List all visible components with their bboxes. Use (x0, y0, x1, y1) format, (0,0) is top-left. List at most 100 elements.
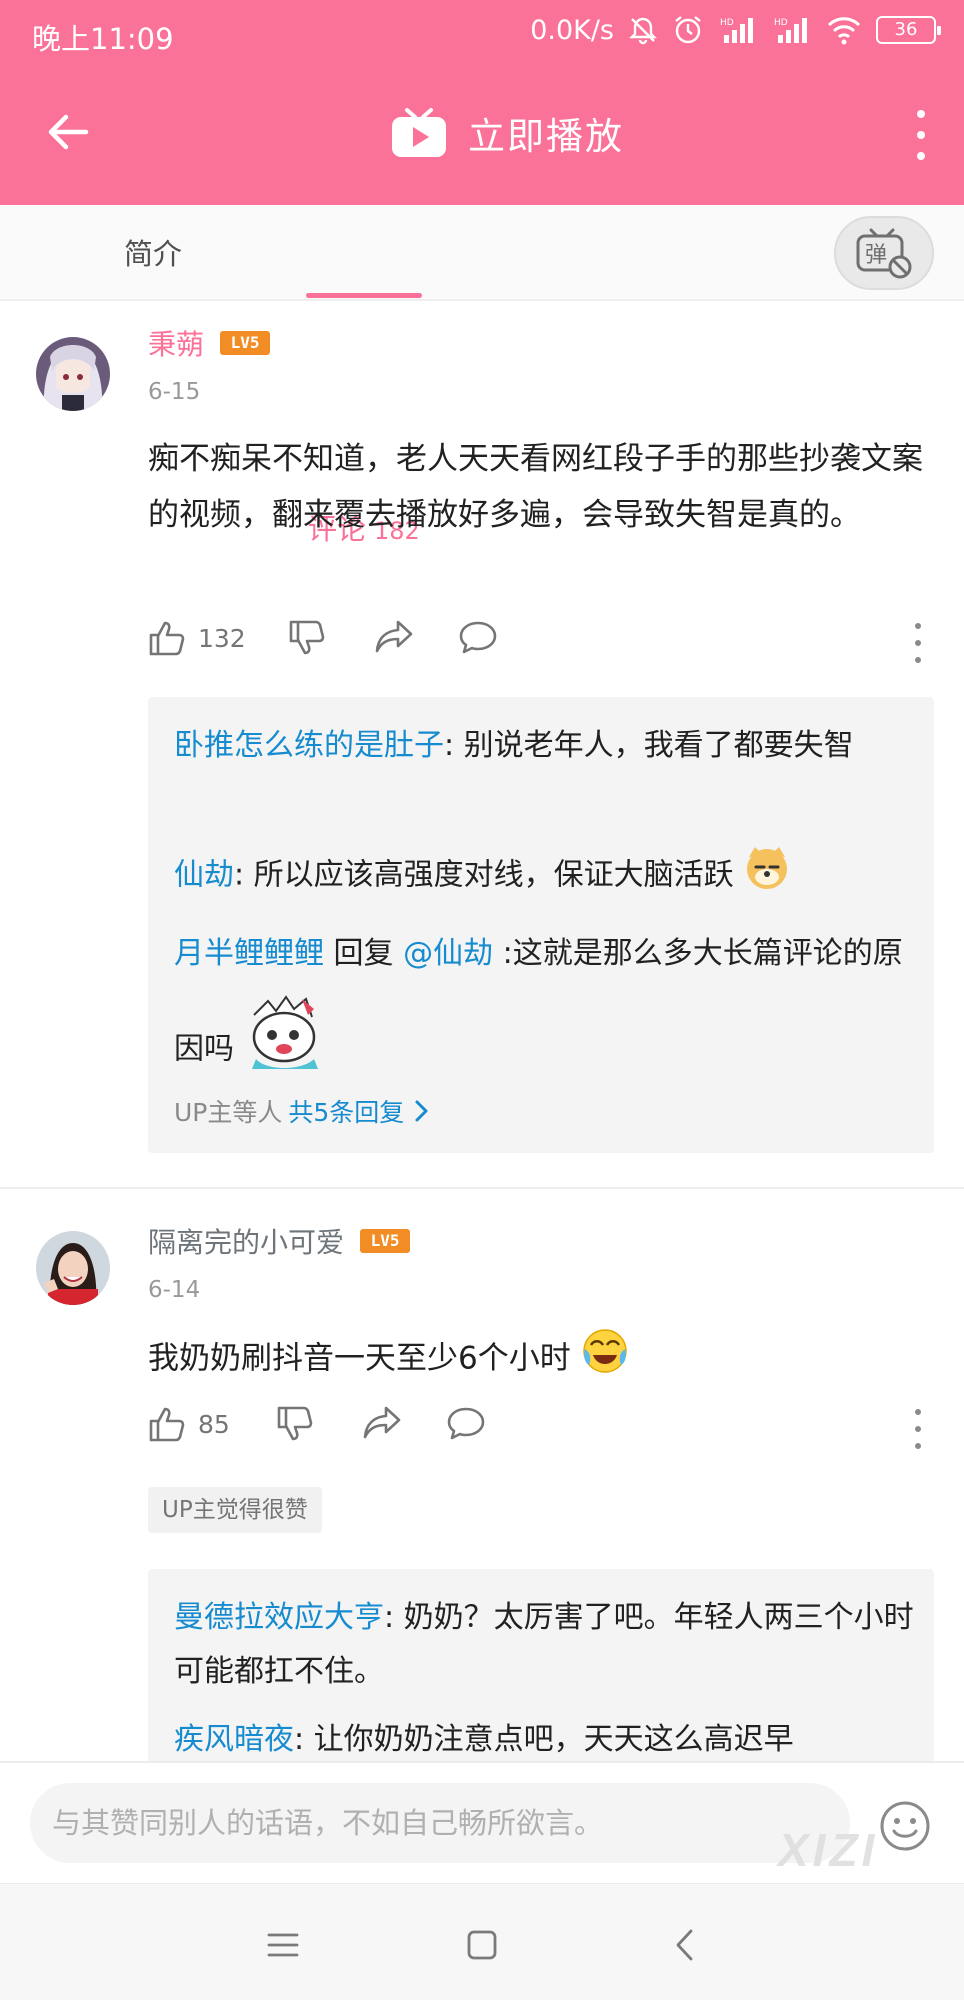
danmaku-toggle-button[interactable]: 弹 (834, 216, 934, 290)
chat-bubble-icon (447, 1407, 485, 1440)
reply-summary-count: 共5条回复 (288, 1098, 405, 1127)
comment-input[interactable]: 与其赞同别人的话语，不如自己畅所欲言。 (30, 1783, 850, 1863)
reply-text: 让你奶奶注意点吧，天天这么高迟早 (313, 1722, 794, 1757)
like-count: 85 (198, 1409, 230, 1439)
danmaku-glyph: 弹 (865, 243, 887, 268)
watermark: XIZI (778, 1824, 879, 1876)
reply-item[interactable]: 仙劫: 所以应该高强度对线，保证大脑活跃 (174, 843, 914, 909)
like-button[interactable]: 85 (148, 1405, 230, 1443)
comment-date: 6-15 (148, 379, 201, 405)
comment-text: 痴不痴呆不知道，老人天天看网红段子手的那些抄袭文案的视频，翻来覆去播放好多遍，会… (148, 441, 923, 533)
svg-text:HD: HD (774, 18, 788, 28)
dislike-button[interactable] (288, 619, 326, 657)
comment-actions: 85 (148, 1405, 928, 1455)
svg-text:HD: HD (720, 18, 734, 28)
chat-bubble-icon (459, 621, 497, 654)
menu-nav-button[interactable] (258, 1920, 308, 1970)
avatar[interactable] (36, 337, 110, 411)
reply-button[interactable] (458, 619, 498, 655)
status-time: 晚上11:09 (32, 22, 174, 56)
reply-box[interactable]: 卧推怎么练的是肚子: 别说老年人，我看了都要失智 仙劫: 所以应该高强度对线，保… (148, 697, 934, 1153)
doge-emoji-icon (743, 843, 791, 909)
comment-username[interactable]: 隔离完的小可爱 LV5 (148, 1221, 411, 1261)
reply-sep: : (384, 1600, 404, 1635)
dot (915, 640, 921, 646)
reply-sep: : (294, 1722, 314, 1757)
title-bar: 立即播放 (0, 70, 964, 205)
level-badge: LV5 (220, 331, 271, 355)
dot (917, 110, 925, 118)
comment-username[interactable]: 秉蒴 LV5 (148, 323, 271, 363)
share-button[interactable] (362, 1405, 402, 1441)
chevron-left-icon (676, 1929, 693, 1961)
like-button[interactable]: 132 (148, 619, 246, 657)
reply-sep: : (444, 728, 464, 763)
comment-more-button[interactable] (908, 623, 928, 663)
tab-indicator (306, 293, 422, 298)
reply-sep: : (493, 936, 513, 971)
reply-item[interactable]: 曼德拉效应大亨: 奶奶？太厉害了吧。年轻人两三个小时可能都扛不住。 (174, 1591, 914, 1699)
comment-item: 秉蒴 LV5 6-15 痴不痴呆不知道，老人天天看网红段子手的那些抄袭文案的视频… (0, 301, 964, 1191)
back-button[interactable] (38, 102, 98, 162)
level-badge: LV5 (360, 1229, 411, 1253)
battery-icon: 36 (876, 16, 941, 44)
dislike-button[interactable] (276, 1405, 314, 1443)
reply-item[interactable]: 卧推怎么练的是肚子: 别说老年人，我看了都要失智 (174, 719, 914, 773)
net-speed: 0.0K/s (530, 14, 614, 46)
comment-actions: 132 (148, 619, 928, 669)
reply-button[interactable] (446, 1405, 486, 1441)
comment-text: 我奶奶刷抖音一天至少6个小时 (148, 1327, 938, 1393)
reply-username[interactable]: 曼德拉效应大亨 (174, 1600, 384, 1635)
tab-intro[interactable]: 简介 (124, 231, 182, 273)
reply-box[interactable]: 曼德拉效应大亨: 奶奶？太厉害了吧。年轻人两三个小时可能都扛不住。 疾风暗夜: … (148, 1569, 934, 1761)
thumbs-up-icon (149, 1407, 185, 1442)
avatar[interactable] (36, 1231, 110, 1305)
signal-hd-icon: HD (718, 15, 758, 45)
comment-text-body: 我奶奶刷抖音一天至少6个小时 (148, 1340, 571, 1377)
reply-summary-prefix: UP主等人 (174, 1098, 283, 1127)
more-options-button[interactable] (906, 110, 936, 160)
like-count: 132 (198, 623, 246, 653)
smiley-icon (880, 1801, 930, 1851)
reply-username[interactable]: 卧推怎么练的是肚子 (174, 728, 444, 763)
mute-bell-icon (628, 15, 658, 45)
system-nav-bar (0, 1883, 964, 2000)
share-icon (363, 1406, 401, 1439)
back-nav-button[interactable] (660, 1920, 710, 1970)
danmaku-off-icon: 弹 (856, 228, 912, 279)
reply-username[interactable]: 仙劫 (174, 858, 234, 893)
crying-laugh-emoji-icon (581, 1327, 629, 1393)
share-button[interactable] (374, 619, 414, 655)
home-nav-button[interactable] (457, 1920, 507, 1970)
reply-mention[interactable]: @仙劫 (403, 936, 493, 971)
share-icon (375, 620, 413, 653)
reply-mid: 回复 (324, 936, 404, 971)
comment-divider (0, 1187, 964, 1189)
reply-item[interactable]: 月半鲤鲤鲤 回复 @仙劫 :这就是那么多大长篇评论的原因吗 (174, 913, 914, 1105)
thumbs-up-icon (149, 621, 185, 656)
wifi-icon (826, 15, 862, 45)
emoji-button[interactable] (878, 1799, 932, 1853)
reply-text: 别说老年人，我看了都要失智 (463, 728, 854, 763)
comment-list: 秉蒴 LV5 6-15 痴不痴呆不知道，老人天天看网红段子手的那些抄袭文案的视频… (0, 301, 964, 1761)
reply-item[interactable]: 疾风暗夜: 让你奶奶注意点吧，天天这么高迟早 (174, 1713, 914, 1761)
status-bar: 晚上11:09 0.0K/s HD HD 36 (0, 0, 964, 70)
tab-bar: 简介 评论 182 弹 (0, 205, 964, 546)
dot (917, 131, 925, 139)
view-all-replies-link[interactable]: UP主等人 共5条回复 (174, 1093, 432, 1129)
hamburger-icon (267, 1933, 299, 1957)
play-now-button[interactable]: 立即播放 (390, 106, 624, 160)
arrow-left-icon (48, 114, 89, 150)
comment-date: 6-14 (148, 1277, 201, 1303)
reply-sep: : (234, 857, 254, 893)
chevron-right-icon (415, 1100, 428, 1122)
dot (915, 657, 921, 663)
dot (915, 1426, 921, 1432)
sticker-emoji-icon (244, 995, 328, 1105)
comment-item: 隔离完的小可爱 LV5 6-14 我奶奶刷抖音一天至少6个小时 85 UP主觉得… (0, 1191, 964, 1761)
comment-more-button[interactable] (908, 1409, 928, 1449)
reply-username[interactable]: 月半鲤鲤鲤 (174, 936, 324, 971)
reply-username[interactable]: 疾风暗夜 (174, 1722, 294, 1757)
status-icons: 0.0K/s HD HD 36 (530, 14, 941, 46)
comment-input-bar: 与其赞同别人的话语，不如自己畅所欲言。 XIZI (0, 1761, 964, 1883)
